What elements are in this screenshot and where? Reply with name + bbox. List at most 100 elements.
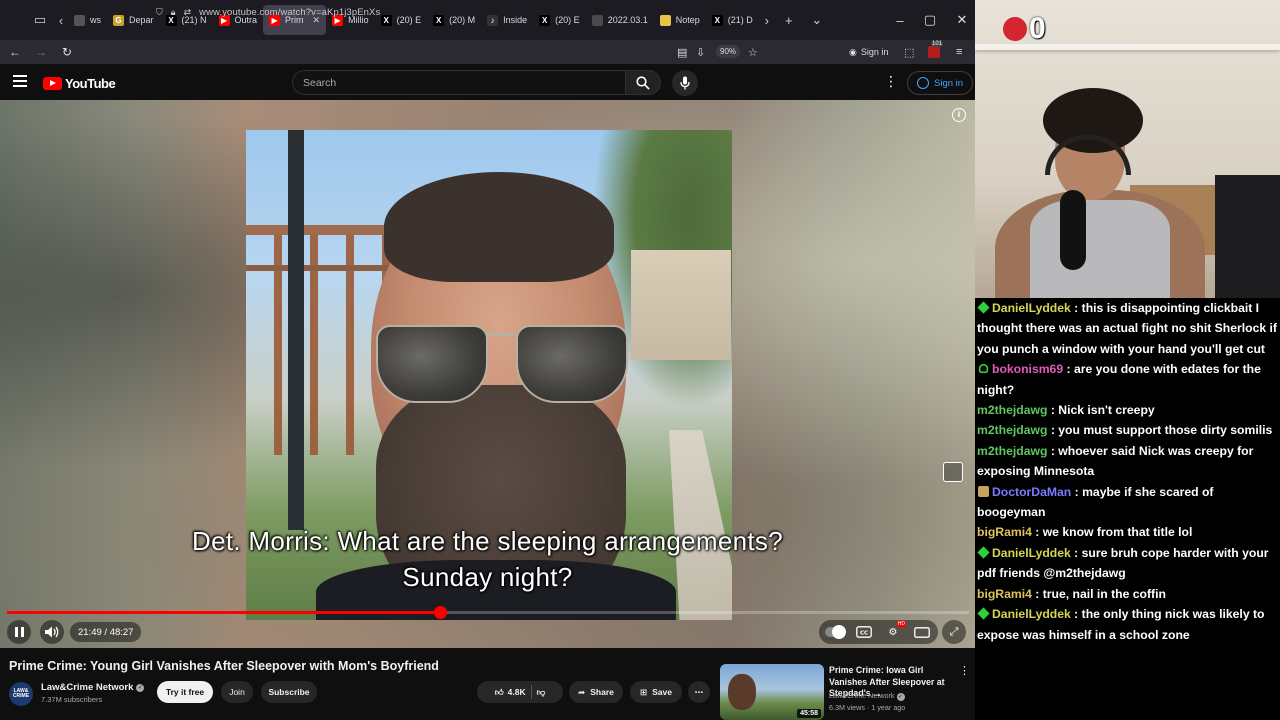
- info-icon[interactable]: i: [952, 108, 966, 122]
- tab-label: ws: [90, 15, 101, 25]
- progress-bar[interactable]: [7, 606, 969, 619]
- forward-icon[interactable]: →: [28, 40, 54, 64]
- caption-line-2: Sunday night?: [402, 562, 573, 592]
- miniplayer-icon[interactable]: [943, 462, 963, 482]
- tab-label: Depar: [129, 15, 154, 25]
- save-button[interactable]: ⊞ Save: [630, 681, 682, 703]
- page-action-icon[interactable]: ⇩: [696, 40, 705, 64]
- bookmark-icon: ⊞: [640, 686, 648, 697]
- theater-mode-icon[interactable]: [912, 624, 932, 640]
- back-icon[interactable]: ←: [2, 40, 28, 64]
- extensions-icon[interactable]: ⬚: [904, 40, 914, 64]
- like-button[interactable]: 👍︎ 4.8K: [495, 687, 526, 698]
- search-input[interactable]: Search: [292, 70, 625, 95]
- lock-icon[interactable]: 🔒︎: [171, 7, 176, 18]
- zoom-level[interactable]: 90%: [716, 45, 741, 58]
- counter-badge-icon: [1003, 17, 1027, 41]
- browser-signin-button[interactable]: ◉ Sign in: [849, 40, 888, 64]
- chat-username[interactable]: DoctorDaMan: [992, 485, 1071, 499]
- chat-message: DoctorDaMan : maybe if she scared of boo…: [977, 484, 1214, 520]
- channel-name[interactable]: Law&Crime Network ✓: [41, 682, 145, 693]
- reader-view-icon[interactable]: ▤: [677, 40, 687, 64]
- join-button[interactable]: Join: [221, 681, 253, 703]
- youtube-logo[interactable]: YouTube: [43, 76, 116, 91]
- search-button[interactable]: [625, 70, 661, 95]
- tracking-shield-icon[interactable]: ⛉: [156, 7, 163, 18]
- svg-text:CC: CC: [860, 630, 868, 636]
- new-tab-icon[interactable]: +: [775, 0, 803, 40]
- search-icon: [636, 75, 650, 90]
- scroll-tabs-left-icon[interactable]: ‹: [54, 0, 68, 40]
- chat-message: DanielLyddek : this is disappointing cli…: [977, 301, 1277, 356]
- tab-favicon-icon: G: [113, 14, 124, 26]
- dislike-button[interactable]: 👎︎: [537, 687, 546, 698]
- browser-menu-icon[interactable]: ≡: [956, 40, 962, 64]
- diamond-badge-icon: [977, 546, 990, 559]
- chat-username[interactable]: DanielLyddek: [992, 546, 1071, 560]
- youtube-signin-button[interactable]: Sign in: [907, 71, 974, 95]
- voice-search-button[interactable]: [672, 70, 698, 96]
- captions-icon[interactable]: CC: [854, 624, 874, 640]
- pause-button[interactable]: [7, 620, 31, 644]
- settings-gear-icon[interactable]: ⚙ HD: [883, 621, 906, 640]
- chat-text: you must support those dirty somilis: [1058, 423, 1273, 438]
- guide-menu-icon[interactable]: [13, 75, 27, 87]
- chat-message: bokonism69 : are you done with edates fo…: [977, 362, 1261, 397]
- person-badge-icon: [978, 364, 989, 374]
- list-tabs-icon[interactable]: ⌄: [803, 0, 831, 40]
- reload-icon[interactable]: ↻: [54, 40, 80, 64]
- scrubber-handle[interactable]: [433, 606, 447, 619]
- chat-message: m2thejdawg : you must support those dirt…: [977, 423, 1273, 438]
- chat-text: true, nail in the coffin: [1042, 586, 1166, 601]
- recommended-views: 6.3M views · 1 year ago: [829, 703, 906, 712]
- settings-kebab-icon[interactable]: ⋮: [884, 74, 898, 88]
- url-text[interactable]: www.youtube.com/watch?v=aKp1j3pEnXs: [199, 7, 380, 18]
- recommended-thumbnail[interactable]: 45:58: [720, 664, 824, 720]
- recommended-channel[interactable]: Law&Crime Network ✓: [829, 690, 905, 702]
- chat-text: Nick isn't creepy: [1058, 403, 1155, 418]
- permissions-icon[interactable]: ⇄: [184, 7, 192, 18]
- diamond-badge-icon: [977, 301, 990, 314]
- autoplay-toggle[interactable]: [825, 624, 846, 640]
- chat-username[interactable]: bigRami4: [977, 525, 1032, 539]
- share-button[interactable]: ➦ Share: [569, 681, 623, 703]
- chat-username[interactable]: m2thejdawg: [977, 444, 1047, 458]
- subscriber-count: 7.37M subscribers: [41, 695, 103, 704]
- chat-message: bigRami4 : true, nail in the coffin: [977, 586, 1166, 601]
- fullscreen-icon[interactable]: ⤢: [942, 620, 966, 644]
- account-icon: ◉: [849, 46, 857, 57]
- recommended-meta: Law&Crime Network ✓ 6.3M views · 1 year …: [829, 690, 905, 714]
- chat-username[interactable]: DanielLyddek: [992, 301, 1071, 315]
- chat-message: bigRami4 : we know from that title lol: [977, 525, 1193, 540]
- verified-check-icon: ✓: [136, 683, 145, 692]
- browser-tab[interactable]: ws: [68, 5, 107, 35]
- emote-badge-icon: [978, 485, 989, 497]
- thumbs-down-icon: 👎︎: [536, 686, 546, 697]
- more-actions-button[interactable]: ⋯: [688, 681, 710, 703]
- youtube-play-icon: [43, 77, 62, 90]
- bookmark-star-icon[interactable]: ☆: [748, 40, 758, 64]
- video-title: Prime Crime: Young Girl Vanishes After S…: [9, 659, 439, 673]
- subscribe-button[interactable]: Subscribe: [261, 681, 317, 703]
- close-window-icon[interactable]: ✕: [946, 0, 978, 40]
- thumbs-up-icon: 👍︎: [494, 686, 504, 697]
- channel-avatar[interactable]: LAW& CRIME: [9, 682, 33, 706]
- chat-username[interactable]: bigRami4: [977, 587, 1032, 601]
- recommended-menu-icon[interactable]: ⋮: [959, 664, 970, 677]
- chat-username[interactable]: m2thejdawg: [977, 423, 1047, 437]
- chat-username[interactable]: bokonism69: [992, 362, 1063, 376]
- chat-username[interactable]: m2thejdawg: [977, 403, 1047, 417]
- volume-icon: [45, 626, 59, 638]
- diamond-badge-icon: [977, 607, 990, 620]
- maximize-window-icon[interactable]: ▢: [914, 0, 946, 40]
- minimize-window-icon[interactable]: –: [884, 0, 916, 40]
- volume-button[interactable]: [40, 620, 64, 644]
- url-bar[interactable]: ⛉ 🔒︎ ⇄ www.youtube.com/watch?v=aKp1j3pEn…: [156, 2, 768, 22]
- chat-username[interactable]: DanielLyddek: [992, 607, 1071, 621]
- addon-icon[interactable]: 101: [928, 40, 944, 64]
- try-it-free-button[interactable]: Try it free: [157, 681, 213, 703]
- chat-text: we know from that title lol: [1042, 525, 1193, 540]
- browser-tab[interactable]: G Depar: [107, 5, 160, 35]
- tab-overview-icon[interactable]: ▭: [26, 0, 54, 40]
- like-dislike-group: 👍︎ 4.8K 👎︎: [477, 681, 563, 703]
